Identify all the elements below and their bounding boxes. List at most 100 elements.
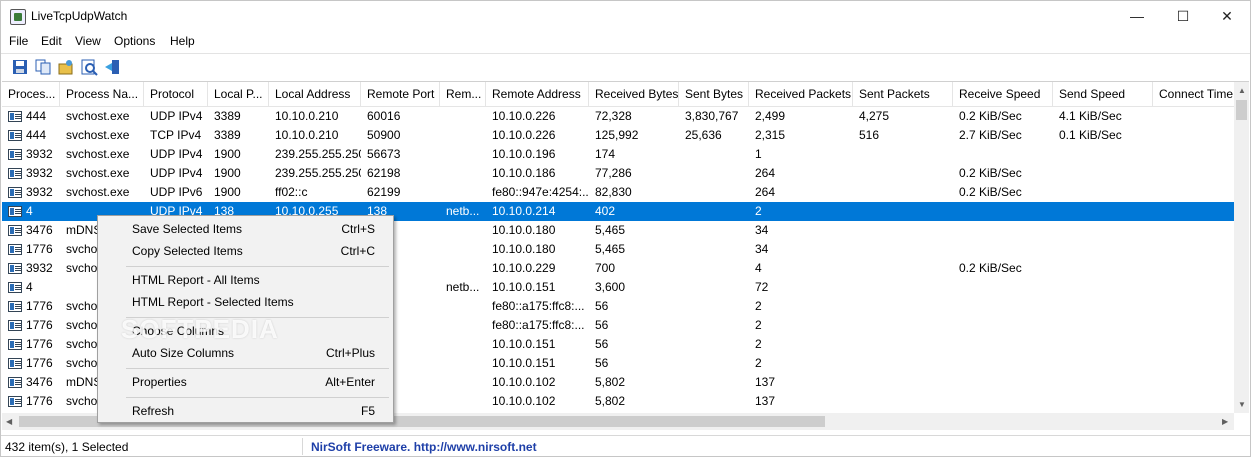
column-header[interactable]: Local Address bbox=[269, 82, 361, 106]
table-cell: 700 bbox=[595, 261, 616, 275]
table-cell bbox=[853, 316, 953, 335]
table-cell: 3,830,767 bbox=[685, 109, 739, 123]
table-cell: 0.2 KiB/Sec bbox=[959, 261, 1022, 275]
table-cell bbox=[679, 221, 749, 240]
vertical-scrollbar[interactable]: ▲ ▼ bbox=[1234, 82, 1249, 413]
minimize-button[interactable]: — bbox=[1114, 1, 1160, 31]
table-cell: 4 bbox=[26, 280, 33, 294]
nirsoft-link[interactable]: NirSoft Freeware. http://www.nirsoft.net bbox=[311, 440, 537, 454]
table-cell: 125,992 bbox=[595, 128, 639, 142]
table-row[interactable]: 444 svchost.exe UDP IPv4 3389 10.10.0.210 600… bbox=[2, 107, 1234, 126]
scroll-down-icon[interactable]: ▼ bbox=[1238, 400, 1246, 409]
table-cell bbox=[1053, 354, 1153, 373]
column-header[interactable]: Local P... bbox=[208, 82, 269, 106]
exit-icon[interactable] bbox=[103, 58, 121, 76]
column-header[interactable]: Rem... bbox=[440, 82, 486, 106]
table-cell bbox=[1153, 392, 1234, 411]
table-cell: 10.10.0.210 bbox=[275, 109, 339, 123]
menu-edit[interactable]: Edit bbox=[41, 34, 62, 48]
table-cell bbox=[1153, 259, 1234, 278]
table-cell bbox=[679, 164, 749, 183]
column-header[interactable]: Send Speed bbox=[1053, 82, 1153, 106]
table-cell: 264 bbox=[755, 166, 776, 180]
column-header[interactable]: Proces... bbox=[2, 82, 60, 106]
ctx-properties[interactable]: Properties Alt+Enter bbox=[98, 371, 393, 393]
table-cell bbox=[1153, 145, 1234, 164]
table-cell: 1 bbox=[755, 147, 762, 161]
table-cell: 1900 bbox=[214, 166, 241, 180]
scroll-up-icon[interactable]: ▲ bbox=[1238, 86, 1246, 95]
table-cell bbox=[853, 221, 953, 240]
column-header[interactable]: Remote Address bbox=[486, 82, 589, 106]
table-cell: 1776 bbox=[26, 318, 53, 332]
vertical-scroll-thumb[interactable] bbox=[1236, 100, 1247, 120]
ctx-html-report-all[interactable]: HTML Report - All Items bbox=[98, 269, 393, 291]
table-cell: TCP IPv4 bbox=[150, 128, 202, 142]
table-cell bbox=[1153, 126, 1234, 145]
menu-help[interactable]: Help bbox=[170, 34, 195, 48]
column-header[interactable]: Receive Speed bbox=[953, 82, 1053, 106]
table-cell bbox=[1053, 164, 1153, 183]
table-cell bbox=[853, 202, 953, 221]
softpedia-watermark: SOFTPEDIA bbox=[121, 314, 279, 344]
menu-view[interactable]: View bbox=[75, 34, 101, 48]
html-report-icon[interactable] bbox=[57, 58, 75, 76]
menu-options[interactable]: Options bbox=[114, 34, 155, 48]
table-cell: 1776 bbox=[26, 356, 53, 370]
table-cell bbox=[1053, 202, 1153, 221]
column-header[interactable]: Remote Port bbox=[361, 82, 440, 106]
column-header-row: Proces... Process Na... Protocol Local P...… bbox=[2, 82, 1243, 107]
ctx-auto-size-columns[interactable]: Auto Size Columns Ctrl+Plus bbox=[98, 342, 393, 364]
table-cell bbox=[440, 107, 486, 126]
table-cell: svchost.exe bbox=[66, 147, 130, 161]
table-cell: 4 bbox=[755, 261, 762, 275]
column-header[interactable]: Received Bytes bbox=[589, 82, 679, 106]
column-header[interactable]: Sent Bytes bbox=[679, 82, 749, 106]
scroll-right-icon[interactable]: ▶ bbox=[1222, 417, 1228, 426]
table-cell: svchost.exe bbox=[66, 109, 130, 123]
properties-icon[interactable] bbox=[80, 58, 98, 76]
menu-file[interactable]: File bbox=[9, 34, 28, 48]
save-icon[interactable] bbox=[11, 58, 29, 76]
column-header[interactable]: Sent Packets bbox=[853, 82, 953, 106]
table-cell bbox=[1053, 183, 1153, 202]
table-cell bbox=[1053, 297, 1153, 316]
table-cell bbox=[1153, 335, 1234, 354]
table-cell: 10.10.0.210 bbox=[275, 128, 339, 142]
ctx-save-selected-items[interactable]: Save Selected Items Ctrl+S bbox=[98, 218, 393, 240]
table-cell: 3476 bbox=[26, 375, 53, 389]
column-header[interactable]: Process Na... bbox=[60, 82, 144, 106]
table-cell bbox=[1053, 259, 1153, 278]
table-cell: 3476 bbox=[26, 223, 53, 237]
table-cell bbox=[853, 145, 953, 164]
table-row[interactable]: 444 svchost.exe TCP IPv4 3389 10.10.0.210 509… bbox=[2, 126, 1234, 145]
table-cell: UDP IPv6 bbox=[150, 185, 203, 199]
table-cell: 10.10.0.214 bbox=[492, 204, 556, 218]
column-header[interactable]: Connect Time bbox=[1153, 82, 1243, 106]
ctx-html-report-selected[interactable]: HTML Report - Selected Items bbox=[98, 291, 393, 313]
table-row[interactable]: 3932 svchost.exe UDP IPv4 1900 239.255.255.2… bbox=[2, 145, 1234, 164]
table-cell bbox=[1153, 278, 1234, 297]
table-cell: 4.1 KiB/Sec bbox=[1059, 109, 1122, 123]
column-header[interactable]: Protocol bbox=[144, 82, 208, 106]
table-cell: 2 bbox=[755, 318, 762, 332]
table-cell: 1776 bbox=[26, 337, 53, 351]
table-cell: 2.7 KiB/Sec bbox=[959, 128, 1022, 142]
table-row[interactable]: 3932 svchost.exe UDP IPv6 1900 ff02::c 62199 f… bbox=[2, 183, 1234, 202]
table-cell bbox=[1053, 145, 1153, 164]
maximize-button[interactable]: ☐ bbox=[1160, 1, 1206, 31]
table-cell bbox=[1153, 183, 1234, 202]
table-cell: 72,328 bbox=[595, 109, 632, 123]
table-cell: 4 bbox=[26, 204, 33, 218]
table-cell: 50900 bbox=[367, 128, 401, 142]
copy-icon[interactable] bbox=[34, 58, 52, 76]
column-header[interactable]: Received Packets bbox=[749, 82, 853, 106]
close-button[interactable]: ✕ bbox=[1204, 1, 1250, 31]
title-bar: LiveTcpUdpWatch — ☐ ✕ bbox=[1, 1, 1250, 31]
ctx-copy-selected-items[interactable]: Copy Selected Items Ctrl+C bbox=[98, 240, 393, 262]
ctx-refresh[interactable]: Refresh F5 bbox=[98, 400, 393, 422]
table-cell bbox=[1153, 164, 1234, 183]
ctx-separator bbox=[126, 368, 389, 369]
table-row[interactable]: 3932 svchost.exe UDP IPv4 1900 239.255.255.2… bbox=[2, 164, 1234, 183]
scroll-left-icon[interactable]: ◀ bbox=[6, 417, 12, 426]
